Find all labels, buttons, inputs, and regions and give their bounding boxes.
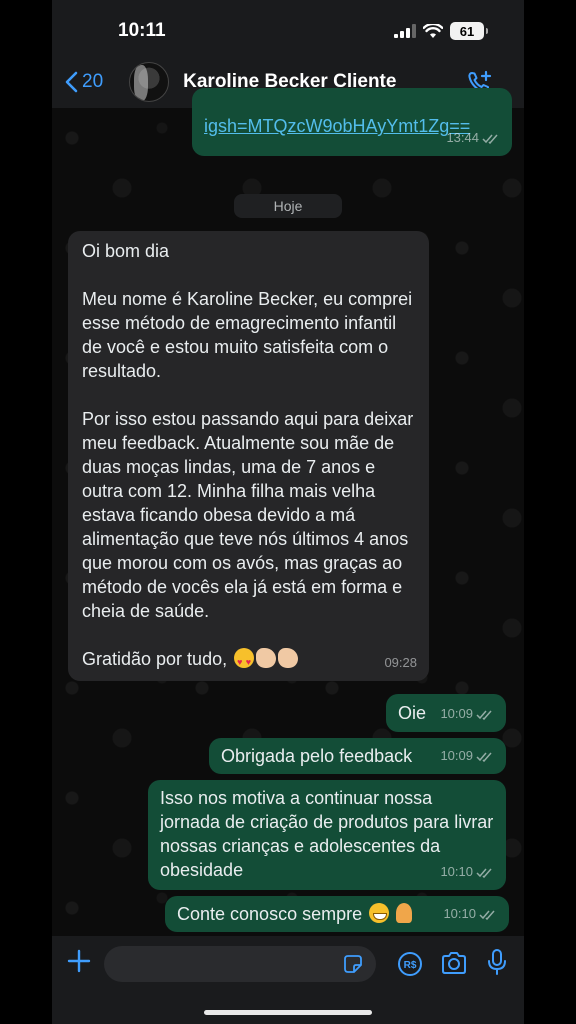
- status-bar: 10:11 61: [52, 0, 524, 56]
- svg-text:R$: R$: [404, 960, 417, 971]
- back-button[interactable]: 20: [64, 71, 103, 93]
- outgoing-message[interactable]: Isso nos motiva a continuar nossa jornad…: [148, 780, 506, 890]
- message-meta: 13:44: [446, 126, 500, 150]
- unread-count: 20: [82, 71, 104, 92]
- plus-icon: [67, 949, 91, 973]
- wifi-icon: [423, 23, 443, 38]
- message-time: 10:10: [440, 864, 473, 879]
- input-bar: R$: [52, 936, 524, 1024]
- link-message[interactable]: igsh=MTQzcW9obHAyYmt1Zg== 13:44: [192, 88, 512, 156]
- mic-button[interactable]: [486, 948, 508, 981]
- grinning-emoji-icon: [369, 903, 390, 923]
- folded-hands-emoji-icon: [396, 903, 413, 923]
- message-time: 10:10: [443, 906, 476, 921]
- phone-screen: 10:11 61 20 Karoline Becker Cliente igsh…: [52, 0, 524, 1024]
- outgoing-message[interactable]: Conte conosco sempre 10:10: [165, 896, 509, 932]
- chat-area[interactable]: igsh=MTQzcW9obHAyYmt1Zg== 13:44 Hoje Oi …: [52, 88, 524, 936]
- sticker-icon: [344, 955, 362, 973]
- message-paragraph: Oi bom dia: [82, 241, 170, 261]
- outgoing-message[interactable]: Oie 10:09: [386, 694, 506, 732]
- camera-icon: [442, 952, 466, 974]
- message-paragraph: Gratidão por tudo,: [82, 647, 415, 674]
- back-chevron-icon: [65, 71, 78, 93]
- message-text: Obrigada pelo feedback: [221, 746, 413, 766]
- message-meta: 10:10: [440, 860, 494, 884]
- date-chip: Hoje: [234, 194, 342, 218]
- mic-icon: [488, 949, 506, 975]
- double-check-icon: [476, 710, 492, 720]
- camera-button[interactable]: [440, 950, 468, 981]
- outgoing-message[interactable]: Obrigada pelo feedback 10:09: [209, 738, 506, 774]
- message-meta: 10:09: [440, 744, 494, 768]
- message-time: 09:28: [384, 655, 417, 670]
- message-text: Oie: [398, 703, 427, 723]
- home-indicator: [204, 1010, 372, 1015]
- message-time: 13:44: [446, 130, 479, 145]
- double-check-icon: [476, 868, 492, 878]
- incoming-message[interactable]: Oi bom dia Meu nome é Karoline Becker, e…: [68, 231, 429, 681]
- double-check-icon: [482, 134, 498, 144]
- payment-icon: R$: [398, 952, 422, 976]
- message-meta: 09:28: [384, 651, 417, 675]
- message-link[interactable]: igsh=MTQzcW9obHAyYmt1Zg==: [204, 116, 470, 136]
- message-paragraph: Meu nome é Karoline Becker, eu comprei e…: [82, 289, 413, 381]
- double-check-icon: [476, 752, 492, 762]
- message-meta: 10:09: [440, 702, 494, 726]
- heart-eyes-emoji-icon: [234, 648, 255, 674]
- status-icons: 61: [394, 22, 488, 40]
- message-time: 10:09: [440, 748, 473, 763]
- battery-indicator: 61: [450, 22, 488, 40]
- message-meta: 10:10: [443, 902, 497, 926]
- message-paragraph: Por isso estou passando aqui para deixar…: [82, 409, 414, 621]
- sticker-button[interactable]: [342, 953, 364, 980]
- status-time: 10:11: [118, 20, 166, 41]
- avatar[interactable]: [129, 62, 170, 102]
- payment-button[interactable]: R$: [396, 950, 424, 983]
- double-check-icon: [479, 910, 495, 920]
- message-input[interactable]: [104, 946, 376, 982]
- message-text: Gratidão por tudo,: [82, 649, 228, 669]
- clapping-hands-emoji-icon: [256, 648, 277, 668]
- message-text: Conte conosco sempre: [177, 904, 363, 924]
- message-time: 10:09: [440, 706, 473, 721]
- clapping-hands-emoji-icon: [278, 648, 299, 668]
- attach-button[interactable]: [66, 948, 92, 979]
- signal-icon: [394, 24, 416, 38]
